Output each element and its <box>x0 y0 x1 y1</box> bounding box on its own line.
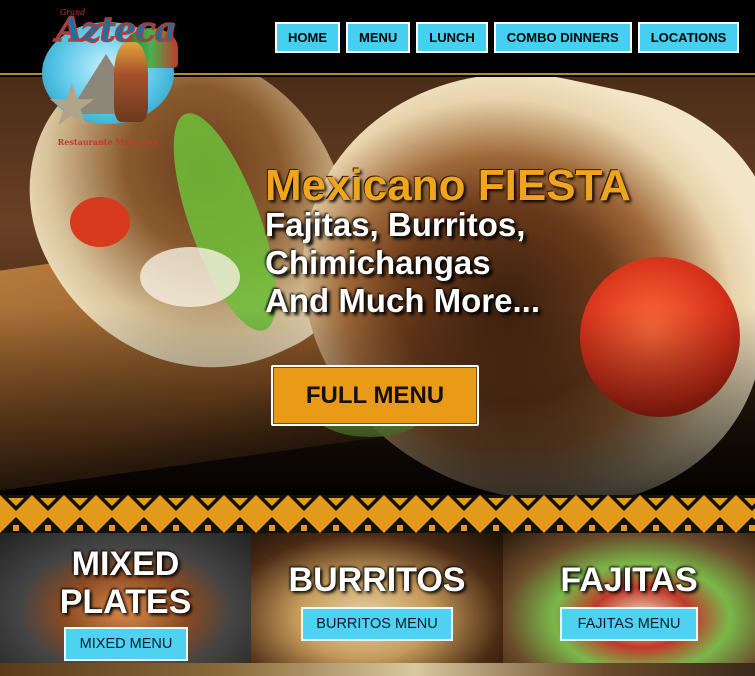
logo-name: Azteca <box>55 9 177 51</box>
nav-home-button[interactable]: HOME <box>275 22 340 53</box>
card-title: BURRITOS <box>288 561 466 599</box>
hero-subtitle-line: And Much More... <box>265 282 540 319</box>
full-menu-button[interactable]: FULL MENU <box>271 365 479 426</box>
aztec-pattern-divider <box>0 495 755 533</box>
card-title-line: MIXED <box>71 545 180 583</box>
star-icon: ★ <box>46 71 98 139</box>
burritos-menu-button[interactable]: BURRITOS MENU <box>301 607 453 641</box>
food-image-strip <box>0 663 755 676</box>
card-title: MIXED PLATES <box>0 545 251 621</box>
nav-lunch-button[interactable]: LUNCH <box>416 22 488 53</box>
burritos-card[interactable]: BURRITOS BURRITOS MENU <box>251 533 503 663</box>
category-cards: MIXED PLATES MIXED MENU BURRITOS BURRITO… <box>0 533 755 663</box>
hero-subtitle-line: Chimichangas <box>265 244 491 281</box>
fajitas-card[interactable]: FAJITAS FAJITAS MENU <box>503 533 755 663</box>
card-title-line: PLATES <box>59 583 192 621</box>
card-title: FAJITAS <box>560 561 698 599</box>
logo-subtitle: Restaurante Mexicano <box>57 137 159 147</box>
hero-title: Mexicano FIESTA <box>265 161 631 210</box>
fajitas-menu-button[interactable]: FAJITAS MENU <box>560 607 698 641</box>
nav-locations-button[interactable]: LOCATIONS <box>637 22 740 53</box>
nav-combo-dinners-button[interactable]: COMBO DINNERS <box>493 22 632 53</box>
nav-menu-button[interactable]: MENU <box>346 22 411 53</box>
site-logo[interactable]: ★ Grand Azteca Restaurante Mexicano <box>38 4 178 154</box>
mixed-plates-card[interactable]: MIXED PLATES MIXED MENU <box>0 533 251 663</box>
mixed-menu-button[interactable]: MIXED MENU <box>64 627 188 661</box>
aztec-pattern-icon <box>0 495 755 533</box>
hero-subtitle-line: Fajitas, Burritos, <box>265 206 526 243</box>
main-nav: HOME MENU LUNCH COMBO DINNERS LOCATIONS <box>275 22 740 53</box>
aztec-warrior-icon <box>114 42 148 122</box>
